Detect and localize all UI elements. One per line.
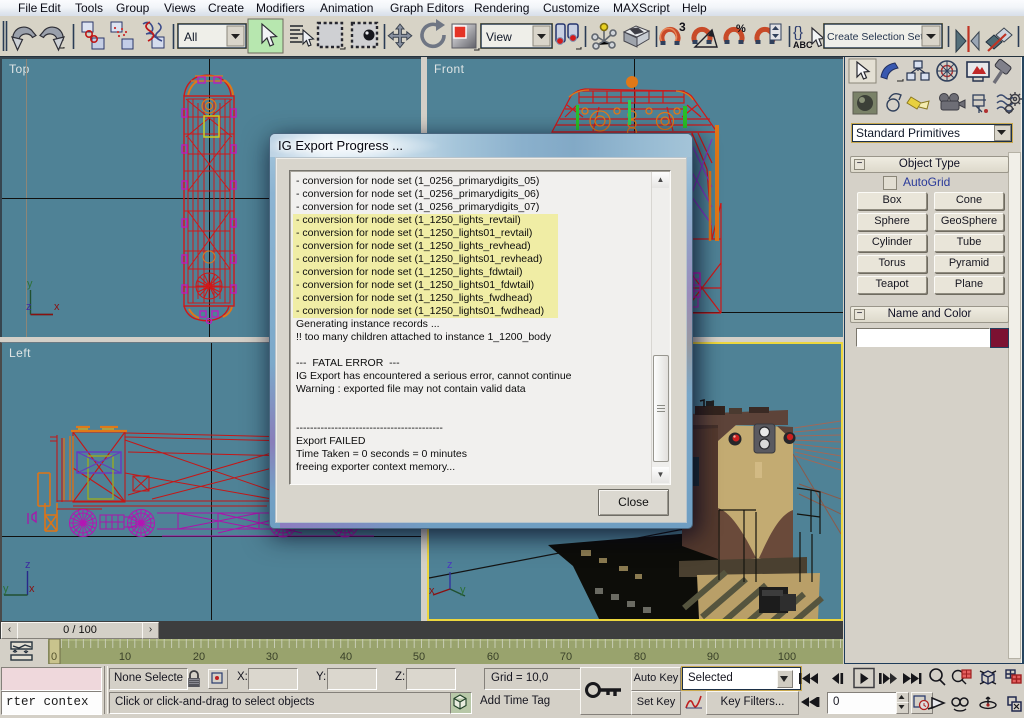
svg-text:y: y — [460, 584, 466, 596]
svg-text:{}: {} — [793, 24, 803, 41]
svg-text:80: 80 — [634, 651, 646, 663]
svg-text:3: 3 — [679, 20, 686, 34]
svg-text:0: 0 — [51, 651, 57, 663]
svg-text:50: 50 — [413, 651, 425, 663]
svg-text:Create Selection Set: Create Selection Set — [827, 31, 923, 43]
svg-text:40: 40 — [340, 651, 352, 663]
svg-text:10: 10 — [119, 651, 131, 663]
svg-text:View: View — [486, 30, 512, 44]
svg-text:100: 100 — [778, 651, 796, 663]
svg-text:x: x — [54, 301, 60, 313]
svg-text:%: % — [736, 23, 746, 35]
svg-text:70: 70 — [560, 651, 572, 663]
svg-text:ABC: ABC — [793, 40, 813, 50]
svg-text:x: x — [429, 585, 435, 597]
svg-text:60: 60 — [487, 651, 499, 663]
svg-text:z: z — [26, 301, 32, 313]
svg-text:x: x — [29, 583, 35, 595]
svg-text:z: z — [447, 559, 453, 571]
svg-text:y: y — [27, 278, 33, 290]
svg-text:All: All — [184, 30, 197, 44]
svg-text:z: z — [25, 559, 31, 571]
svg-text:90: 90 — [707, 651, 719, 663]
svg-text:y: y — [3, 583, 9, 595]
svg-text:30: 30 — [266, 651, 278, 663]
svg-text:20: 20 — [193, 651, 205, 663]
